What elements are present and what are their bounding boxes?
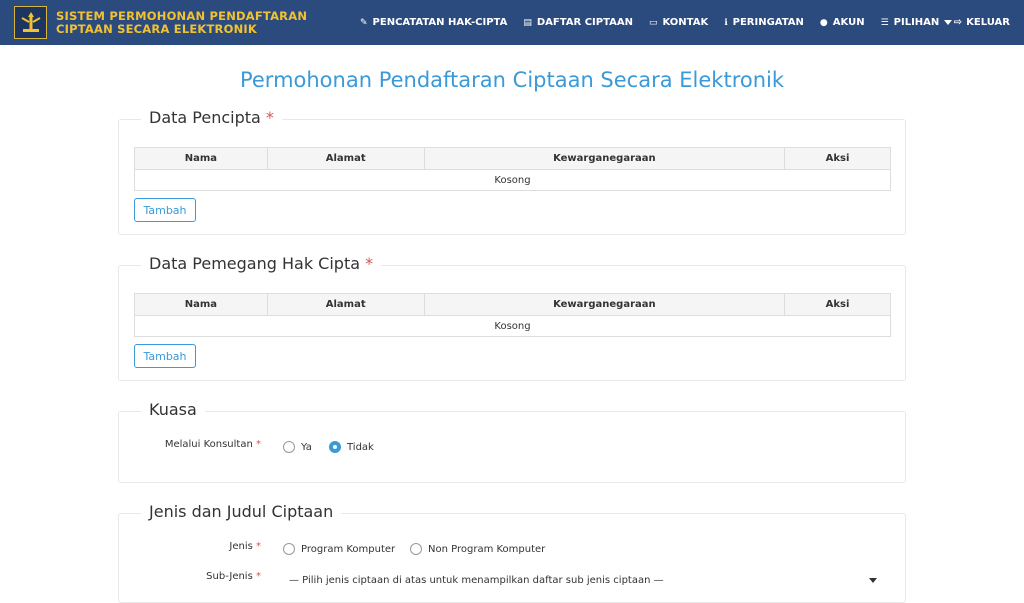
pencipta-table: Nama Alamat Kewarganegaraan Aksi Kosong (134, 147, 891, 191)
radio-label: Non Program Komputer (428, 543, 546, 555)
label-text: Jenis (229, 541, 253, 552)
table-header-row: Nama Alamat Kewarganegaraan Aksi (134, 293, 891, 316)
emblem-logo-icon (14, 6, 47, 39)
jenis-label: Jenis * (119, 541, 261, 552)
label-text: Sub-Jenis (206, 571, 253, 582)
table-row: Kosong (134, 315, 891, 337)
radio-label: Ya (301, 441, 312, 453)
radio-konsultan-tidak[interactable]: Tidak (329, 441, 374, 453)
radio-circle-selected (329, 441, 341, 453)
page-title: Permohonan Pendaftaran Ciptaan Secara El… (239, 68, 785, 92)
panel-legend: Data Pencipta * (141, 108, 282, 127)
tambah-pencipta-button[interactable]: Tambah (134, 198, 196, 222)
nav-kontak[interactable]: ▭ KONTAK (649, 17, 708, 28)
brand-title-line1: SISTEM PERMOHONAN PENDAFTARAN (56, 8, 308, 23)
top-navbar: SISTEM PERMOHONAN PENDAFTARAN CIPTAAN SE… (0, 0, 1024, 45)
column-header-alamat: Alamat (266, 147, 425, 170)
logout-icon: ⇨ (953, 17, 963, 28)
nav-label: KONTAK (662, 17, 709, 28)
card-icon: ▭ (648, 17, 658, 28)
legend-text: Data Pencipta (149, 108, 261, 127)
legend-text: Data Pemegang Hak Cipta (149, 254, 361, 273)
column-header-aksi: Aksi (784, 293, 891, 316)
user-icon: ● (819, 17, 828, 28)
panel-legend: Jenis dan Judul Ciptaan (141, 502, 342, 521)
nav-pencatatan-hak-cipta[interactable]: ✎ PENCATATAN HAK-CIPTA (360, 17, 507, 28)
column-header-kewarganegaraan: Kewarganegaraan (423, 147, 786, 170)
nav-daftar-ciptaan[interactable]: ▤ DAFTAR CIPTAAN (523, 17, 633, 28)
menu-icon: ☰ (880, 17, 889, 28)
select-placeholder: — Pilih jenis ciptaan di atas untuk mena… (289, 574, 664, 586)
radio-program-komputer[interactable]: Program Komputer (283, 543, 395, 555)
nav-pilihan-dropdown[interactable]: ☰ PILIHAN (881, 17, 953, 28)
panel-data-pemegang: Data Pemegang Hak Cipta * Nama Alamat Ke… (118, 254, 906, 381)
document-icon: ▤ (523, 17, 532, 28)
radio-label: Tidak (347, 441, 374, 453)
panel-data-pencipta: Data Pencipta * Nama Alamat Kewarganegar… (118, 108, 906, 235)
radio-label: Program Komputer (301, 543, 396, 555)
radio-non-program-komputer[interactable]: Non Program Komputer (410, 543, 545, 555)
konsultan-label: Melalui Konsultan * (119, 439, 261, 450)
panel-kuasa: Kuasa Melalui Konsultan * Ya Tidak (118, 400, 906, 483)
main-nav: ✎ PENCATATAN HAK-CIPTA ▤ DAFTAR CIPTAAN … (360, 0, 968, 45)
brand-title: SISTEM PERMOHONAN PENDAFTARAN CIPTAAN SE… (56, 8, 308, 36)
brand[interactable]: SISTEM PERMOHONAN PENDAFTARAN CIPTAAN SE… (14, 6, 307, 39)
required-mark: * (256, 541, 261, 552)
column-header-aksi: Aksi (784, 147, 891, 170)
legend-text: Jenis dan Judul Ciptaan (149, 502, 334, 521)
panel-legend: Kuasa (141, 400, 205, 419)
column-header-alamat: Alamat (266, 293, 425, 316)
nav-label: PERINGATAN (732, 17, 804, 28)
radio-circle (283, 543, 295, 555)
nav-akun[interactable]: ● AKUN (820, 17, 865, 28)
column-header-nama: Nama (134, 147, 268, 170)
legend-text: Kuasa (149, 400, 197, 419)
logout-button[interactable]: ⇨ KELUAR (954, 0, 1010, 45)
info-icon: ℹ (724, 17, 728, 28)
radio-circle (283, 441, 295, 453)
pencil-icon: ✎ (360, 17, 368, 28)
table-header-row: Nama Alamat Kewarganegaraan Aksi (134, 147, 891, 170)
tambah-pemegang-button[interactable]: Tambah (134, 344, 196, 368)
radio-circle (410, 543, 422, 555)
required-mark: * (256, 571, 261, 582)
logout-label: KELUAR (966, 17, 1010, 28)
label-text: Melalui Konsultan (164, 439, 253, 450)
column-header-nama: Nama (134, 293, 268, 316)
nav-label: PILIHAN (893, 17, 940, 28)
table-row: Kosong (134, 169, 891, 191)
nav-peringatan[interactable]: ℹ PERINGATAN (724, 17, 804, 28)
nav-label: PENCATATAN HAK-CIPTA (372, 17, 508, 28)
required-mark: * (365, 254, 374, 273)
empty-cell: Kosong (134, 169, 891, 191)
required-mark: * (256, 439, 261, 450)
subjenis-select[interactable]: — Pilih jenis ciptaan di atas untuk mena… (285, 569, 889, 591)
nav-label: DAFTAR CIPTAAN (536, 17, 633, 28)
panel-legend: Data Pemegang Hak Cipta * (141, 254, 382, 273)
subjenis-label: Sub-Jenis * (119, 571, 261, 582)
nav-label: AKUN (832, 17, 865, 28)
pemegang-table: Nama Alamat Kewarganegaraan Aksi Kosong (134, 293, 891, 337)
chevron-down-icon (944, 20, 953, 25)
column-header-kewarganegaraan: Kewarganegaraan (423, 293, 786, 316)
brand-title-line2: CIPTAAN SECARA ELEKTRONIK (56, 21, 258, 36)
empty-cell: Kosong (134, 315, 891, 337)
chevron-down-icon (869, 577, 877, 583)
required-mark: * (265, 108, 274, 127)
radio-konsultan-ya[interactable]: Ya (283, 441, 312, 453)
